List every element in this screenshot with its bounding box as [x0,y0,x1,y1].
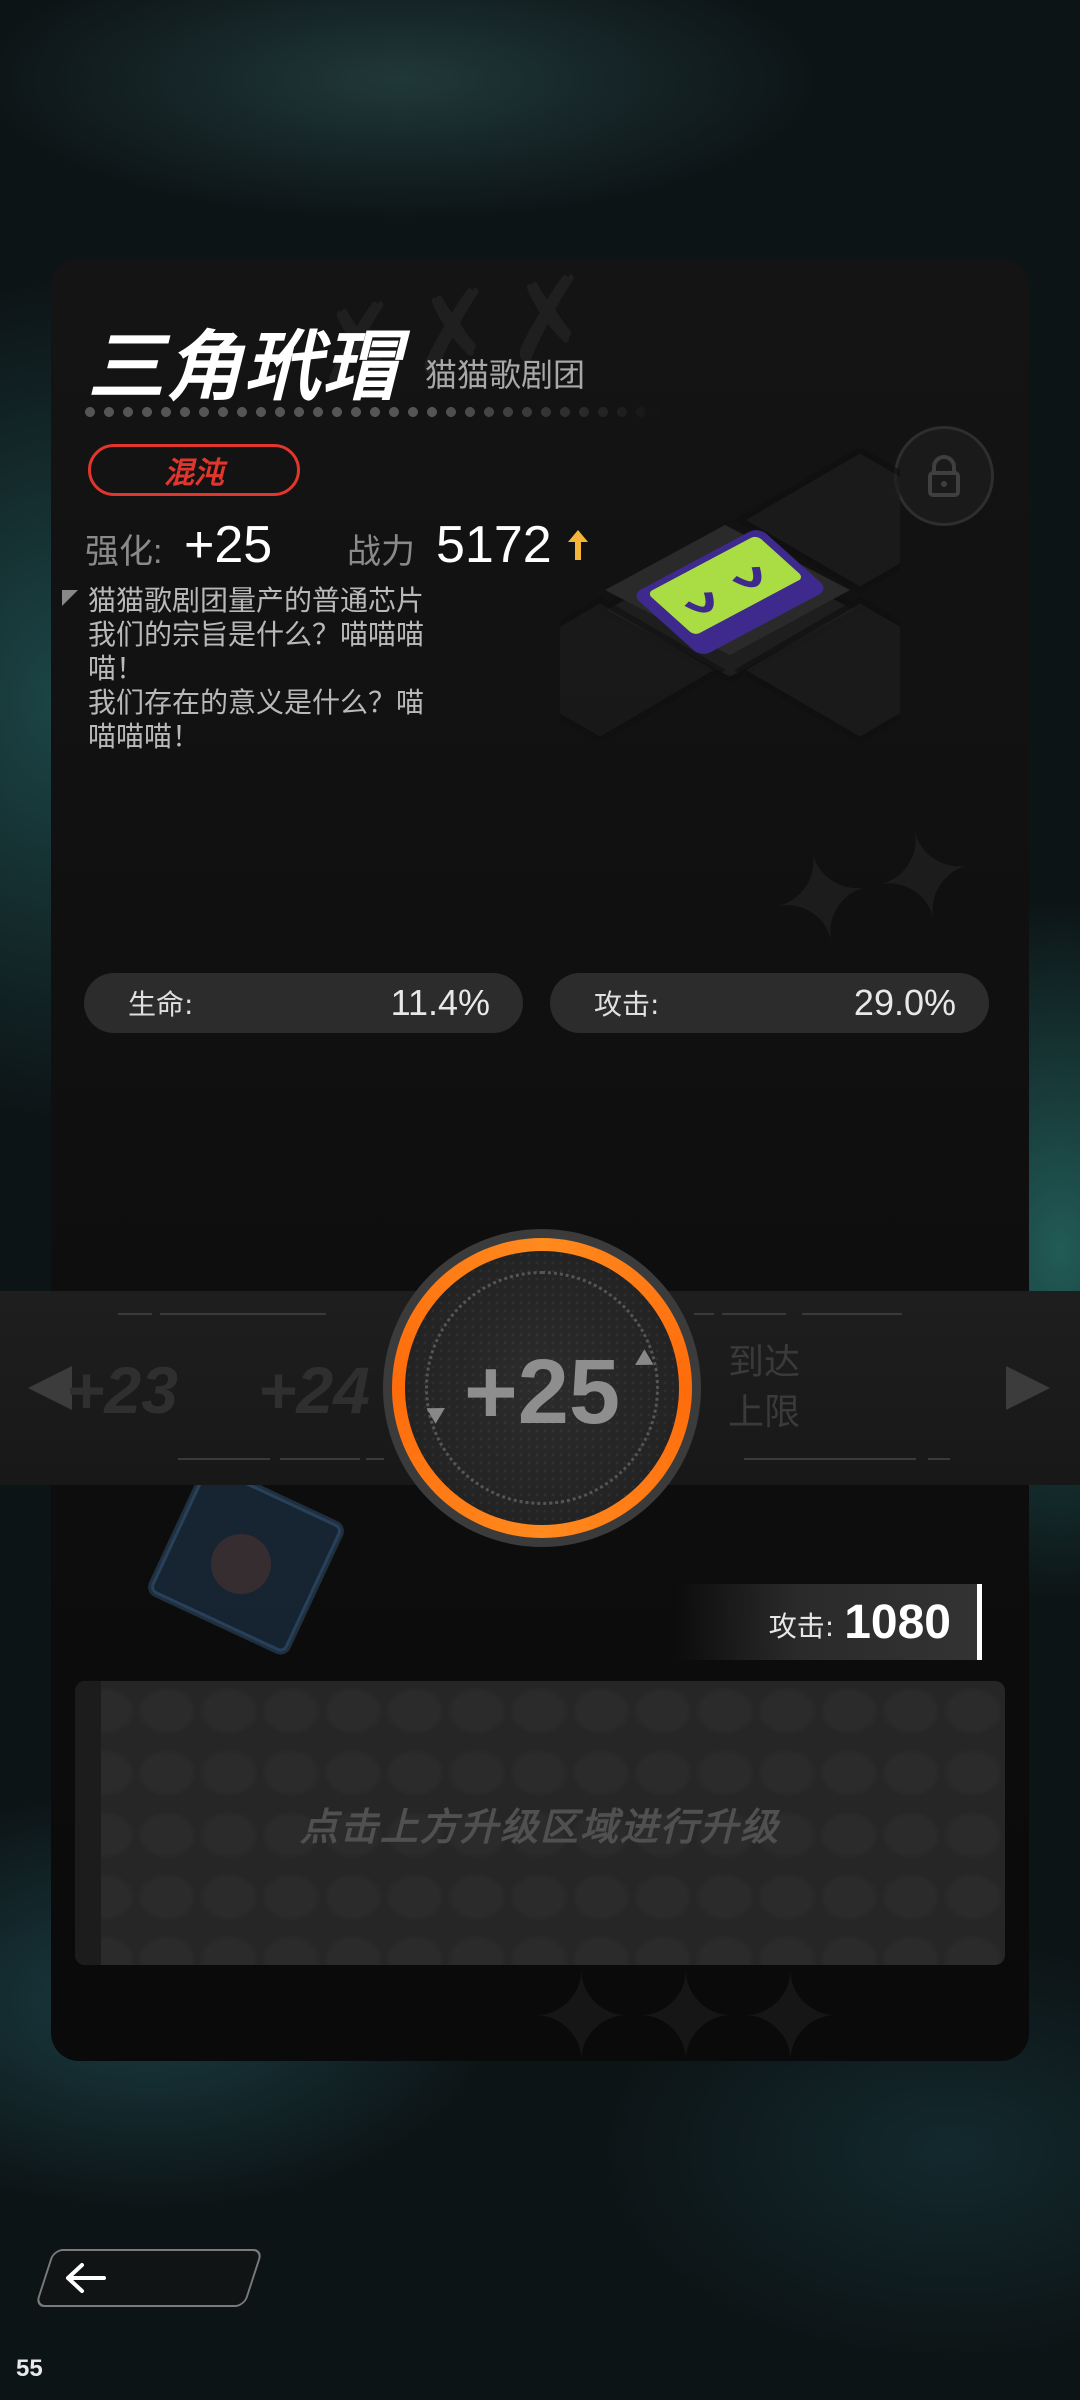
level-max-label: 到达 上限 [728,1338,838,1438]
level-max-line: 上限 [728,1392,801,1433]
sub-stat-label: 攻击: [594,988,660,1021]
sticker-decoration [148,1463,344,1655]
level-max-line: 到达 [728,1342,801,1383]
item-name: 三角玳瑁 [88,322,400,411]
rarity-badge: 混沌 [88,444,300,496]
lock-icon [928,455,960,497]
strip-line [722,1313,786,1315]
lock-button[interactable] [894,426,994,526]
strip-line [694,1313,714,1315]
sub-stat-hp: 生命: 11.4% [84,973,523,1033]
panel-edge [75,1681,101,1965]
chip-image [560,446,900,744]
strip-line [178,1458,270,1460]
item-faction: 猫猫歌剧团 [425,357,586,393]
enhance-label: 强化: [85,533,163,571]
level-next-arrow[interactable] [1006,1366,1050,1410]
level-option[interactable]: +24 [258,1352,370,1428]
graffiti-decoration: ✦✦ [759,800,992,976]
strip-line [280,1458,360,1460]
power-value: 5172 [436,516,552,574]
strip-line [160,1313,326,1315]
description-line: 我们的宗旨是什么？喵喵喵 [88,618,425,651]
strip-line [802,1313,902,1315]
sub-stat-value: 11.4% [390,982,490,1023]
description-line: 我们存在的意义是什么？喵 [88,686,425,719]
strip-line [118,1313,152,1315]
title-divider [84,406,664,418]
sub-stat-attack: 攻击: 29.0% [550,973,989,1033]
description-line: 喵喵喵！ [88,720,201,753]
upgrade-instruction-panel: 点击上方升级区域进行升级 [75,1681,1005,1965]
graffiti-decoration: ✦✦✦ [531,1951,845,2061]
main-stat-banner: 攻击: 1080 [676,1584,982,1660]
power-label: 战力 [347,533,415,571]
strip-line [744,1458,916,1460]
sub-stat-value: 29.0% [853,982,956,1023]
description-line: 喵！ [88,652,145,685]
sub-stat-label: 生命: [128,988,194,1021]
description-marker [62,590,78,606]
strip-line [366,1458,384,1460]
fps-counter: 55 [16,2355,43,2382]
level-option[interactable]: +23 [66,1352,178,1428]
back-arrow-icon [66,2263,106,2293]
main-stat-value: 1080 [844,1595,951,1649]
upgrade-instruction-text: 点击上方升级区域进行升级 [299,1804,780,1849]
strip-line [928,1458,950,1460]
enhance-value: +25 [184,516,273,574]
item-description: 猫猫歌剧团量产的普通芯片 我们的宗旨是什么？喵喵喵 喵！ 我们存在的意义是什么？… [88,584,458,754]
description-line: 猫猫歌剧团量产的普通芯片 [88,584,425,617]
main-stat-label: 攻击: [768,1610,835,1643]
current-level: +25 [463,1341,621,1443]
